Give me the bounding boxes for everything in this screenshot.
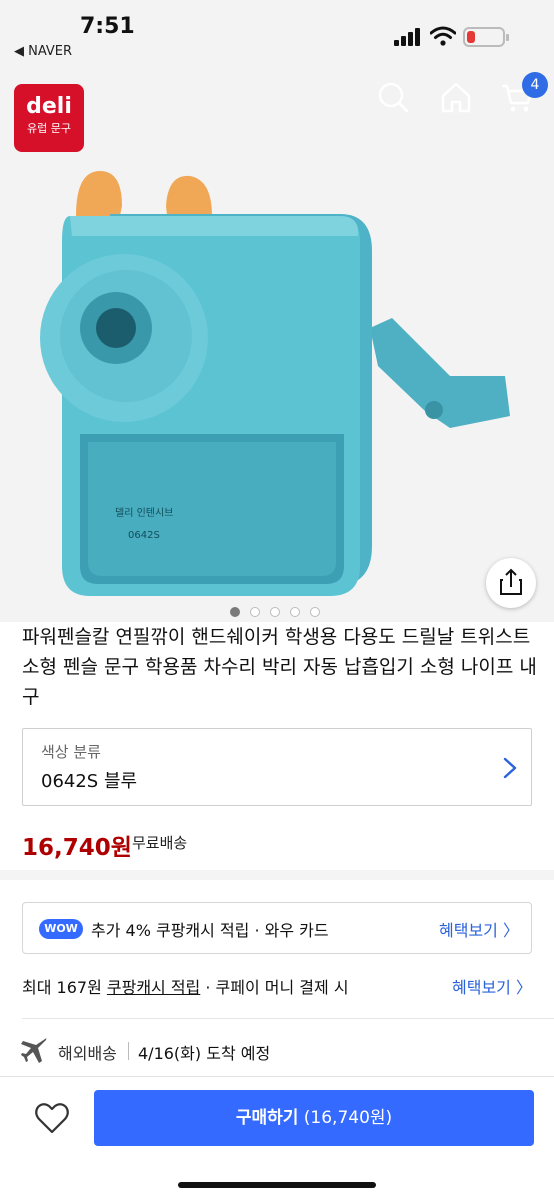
coupang-cash-link[interactable]: 쿠팡캐시 적립 xyxy=(107,978,200,997)
share-button[interactable] xyxy=(486,558,536,608)
home-indicator xyxy=(178,1182,376,1188)
wow-benefit-text: 추가 4% 쿠팡캐시 적립 · 와우 카드 xyxy=(91,921,329,940)
chevron-right-icon xyxy=(503,757,517,779)
search-icon[interactable] xyxy=(376,80,410,114)
brand-logo[interactable]: deli 유럽 문구 xyxy=(14,84,84,152)
brand-logo-sub: 유럽 문구 xyxy=(27,122,71,135)
product-image: 델리 인텐시브 0642S xyxy=(40,171,510,596)
option-value: 0642S 블루 xyxy=(41,771,138,792)
delivery-date: 4/16(화) 도착 예정 xyxy=(138,1044,271,1063)
status-bar: 7:51 ◀ NAVER xyxy=(0,0,554,66)
cart-count-badge: 4 xyxy=(522,72,548,98)
product-image-gallery[interactable]: 델리 인텐시브 0642S xyxy=(0,66,554,622)
cash-benefit-prefix: 최대 167원 xyxy=(22,978,107,997)
gallery-dot[interactable] xyxy=(270,607,280,617)
delivery-divider xyxy=(128,1042,129,1060)
airplane-icon xyxy=(21,1038,47,1063)
product-price: 16,740원 xyxy=(22,835,132,861)
back-to-app-link[interactable]: ◀ NAVER xyxy=(14,44,72,59)
brand-logo-name: deli xyxy=(26,94,72,119)
cash-benefit-text: 최대 167원 쿠팡캐시 적립 · 쿠페이 머니 결제 시 xyxy=(22,974,349,998)
gallery-dot[interactable] xyxy=(230,607,240,617)
battery-low-icon xyxy=(463,27,509,47)
wow-benefit-box[interactable]: WOW 추가 4% 쿠팡캐시 적립 · 와우 카드 혜택보기 〉 xyxy=(22,902,532,954)
wow-benefit-link[interactable]: 혜택보기 〉 xyxy=(439,917,519,941)
delivery-type: 해외배송 xyxy=(58,1044,117,1063)
status-time: 7:51 xyxy=(80,14,135,39)
shipping-info: 무료배송 xyxy=(132,834,188,852)
gallery-dot[interactable] xyxy=(290,607,300,617)
wow-badge: WOW xyxy=(39,919,83,939)
buy-button[interactable]: 구매하기 (16,740원) xyxy=(94,1090,534,1146)
buy-button-label: 구매하기 xyxy=(235,1108,299,1128)
gallery-dot[interactable] xyxy=(250,607,260,617)
cash-benefit-link[interactable]: 혜택보기 〉 xyxy=(452,974,532,998)
option-label: 색상 분류 xyxy=(41,743,101,761)
buy-button-price: (16,740원) xyxy=(303,1108,393,1128)
sharpener-label-text: 델리 인텐시브 xyxy=(115,507,173,519)
gallery-pagination xyxy=(228,606,328,618)
share-icon xyxy=(500,568,522,595)
signal-icon xyxy=(394,28,424,46)
wifi-icon xyxy=(430,26,456,46)
cash-benefit-suffix: · 쿠페이 머니 결제 시 xyxy=(200,978,349,997)
sharpener-model-text: 0642S xyxy=(128,530,160,541)
home-icon[interactable] xyxy=(439,80,473,114)
gallery-dot[interactable] xyxy=(310,607,320,617)
divider-line xyxy=(22,1018,554,1019)
section-divider xyxy=(0,870,554,880)
product-title: 파워펜슬칼 연필깎이 핸드쉐이커 학생용 다용도 드릴날 트위스트 소형 펜슬 … xyxy=(22,626,537,708)
heart-icon[interactable] xyxy=(34,1100,70,1136)
option-selector[interactable]: 색상 분류 0642S 블루 xyxy=(22,728,532,806)
